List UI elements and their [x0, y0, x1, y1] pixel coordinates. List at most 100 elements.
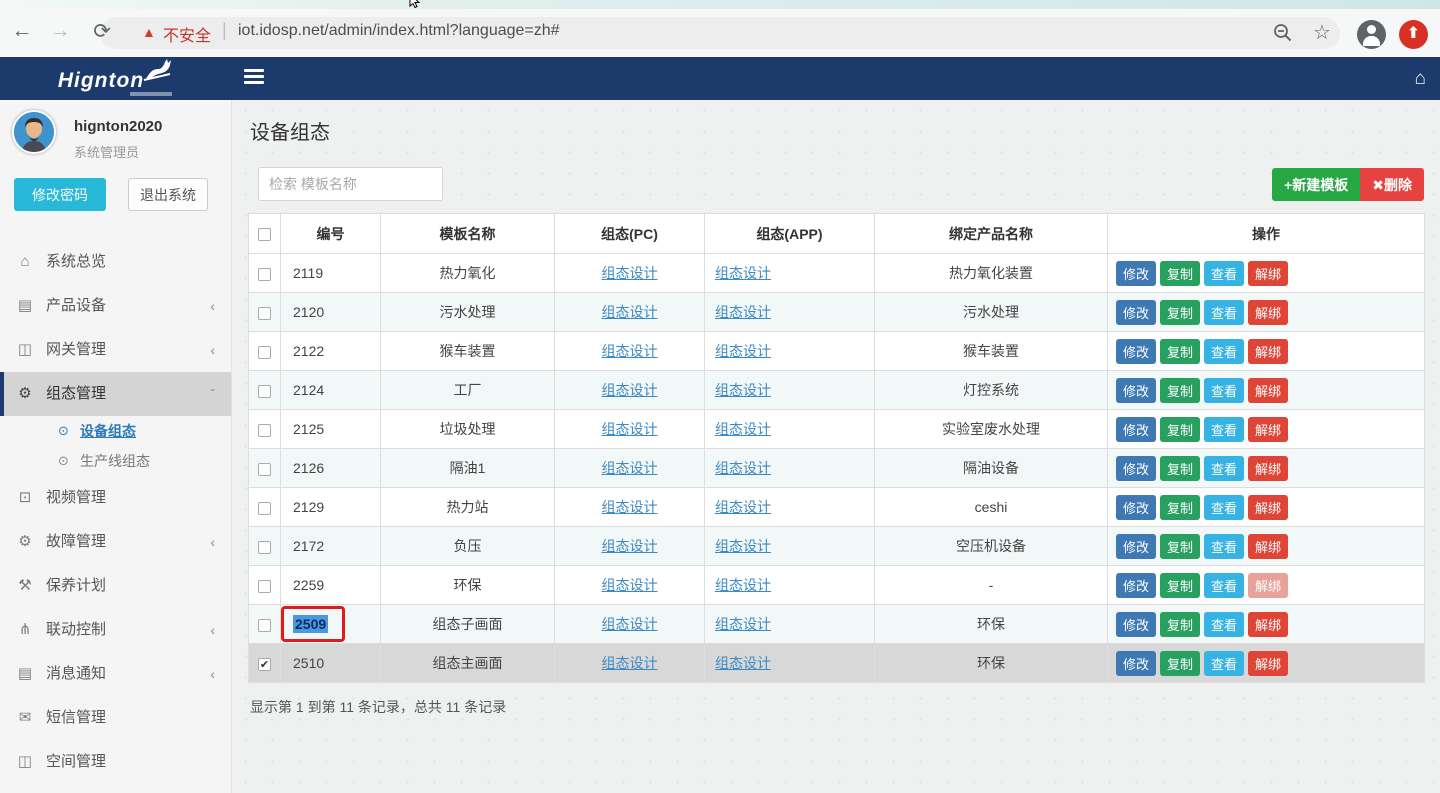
copy-button[interactable]: 复制	[1160, 612, 1200, 637]
config-app-link[interactable]: 组态设计	[715, 655, 771, 671]
table-row[interactable]: 2126隔油1组态设计组态设计隔油设备修改复制查看解绑	[249, 449, 1425, 488]
view-button[interactable]: 查看	[1204, 456, 1244, 481]
logo[interactable]: Hignton	[0, 57, 232, 100]
sidebar-item-5[interactable]: ⚙故障管理‹	[0, 520, 231, 564]
table-row[interactable]: 2120污水处理组态设计组态设计污水处理修改复制查看解绑	[249, 293, 1425, 332]
unbind-button[interactable]: 解绑	[1248, 261, 1288, 286]
config-pc-link[interactable]: 组态设计	[602, 343, 658, 359]
config-app-link[interactable]: 组态设计	[715, 382, 771, 398]
browser-profile-icon[interactable]	[1357, 20, 1386, 49]
row-checkbox[interactable]	[258, 502, 271, 515]
copy-button[interactable]: 复制	[1160, 261, 1200, 286]
menu-toggle-icon[interactable]	[244, 69, 264, 86]
config-app-link[interactable]: 组态设计	[715, 343, 771, 359]
table-row[interactable]: 2172负压组态设计组态设计空压机设备修改复制查看解绑	[249, 527, 1425, 566]
bookmark-star-icon[interactable]: ☆	[1308, 20, 1336, 45]
view-button[interactable]: 查看	[1204, 495, 1244, 520]
edit-button[interactable]: 修改	[1116, 495, 1156, 520]
security-warning-icon[interactable]: ▲	[142, 24, 156, 40]
copy-button[interactable]: 复制	[1160, 573, 1200, 598]
new-template-button[interactable]: +新建模板	[1272, 168, 1360, 201]
copy-button[interactable]: 复制	[1160, 378, 1200, 403]
unbind-button[interactable]: 解绑	[1248, 612, 1288, 637]
unbind-button[interactable]: 解绑	[1248, 495, 1288, 520]
copy-button[interactable]: 复制	[1160, 300, 1200, 325]
back-icon[interactable]: ←	[8, 19, 36, 43]
forward-icon[interactable]: →	[46, 19, 74, 43]
unbind-button[interactable]: 解绑	[1248, 534, 1288, 559]
config-pc-link[interactable]: 组态设计	[602, 577, 658, 593]
search-input[interactable]	[258, 167, 443, 201]
config-pc-link[interactable]: 组态设计	[602, 616, 658, 632]
table-row[interactable]: 2509组态子画面组态设计组态设计环保修改复制查看解绑	[249, 605, 1425, 644]
copy-button[interactable]: 复制	[1160, 417, 1200, 442]
copy-button[interactable]: 复制	[1160, 456, 1200, 481]
config-pc-link[interactable]: 组态设计	[602, 265, 658, 281]
view-button[interactable]: 查看	[1204, 534, 1244, 559]
change-password-button[interactable]: 修改密码	[14, 178, 106, 211]
home-icon[interactable]: ⌂	[1415, 68, 1426, 90]
table-row[interactable]: 2124工厂组态设计组态设计灯控系统修改复制查看解绑	[249, 371, 1425, 410]
row-checkbox[interactable]	[258, 541, 271, 554]
sidebar-item-8[interactable]: ▤消息通知‹	[0, 652, 231, 696]
edit-button[interactable]: 修改	[1116, 261, 1156, 286]
view-button[interactable]: 查看	[1204, 261, 1244, 286]
config-app-link[interactable]: 组态设计	[715, 265, 771, 281]
config-pc-link[interactable]: 组态设计	[602, 382, 658, 398]
row-checkbox[interactable]	[258, 463, 271, 476]
sidebar-item-4[interactable]: ⊡视频管理	[0, 476, 231, 520]
table-row[interactable]: 2119热力氧化组态设计组态设计热力氧化装置修改复制查看解绑	[249, 254, 1425, 293]
view-button[interactable]: 查看	[1204, 378, 1244, 403]
unbind-button[interactable]: 解绑	[1248, 456, 1288, 481]
view-button[interactable]: 查看	[1204, 339, 1244, 364]
row-checkbox[interactable]	[258, 307, 271, 320]
config-app-link[interactable]: 组态设计	[715, 616, 771, 632]
config-app-link[interactable]: 组态设计	[715, 421, 771, 437]
copy-button[interactable]: 复制	[1160, 534, 1200, 559]
table-row[interactable]: 2125垃圾处理组态设计组态设计实验室废水处理修改复制查看解绑	[249, 410, 1425, 449]
view-button[interactable]: 查看	[1204, 300, 1244, 325]
table-row[interactable]: 2259环保组态设计组态设计-修改复制查看解绑	[249, 566, 1425, 605]
row-checkbox[interactable]	[258, 268, 271, 281]
zoom-out-icon[interactable]	[1272, 22, 1294, 44]
unbind-button[interactable]: 解绑	[1248, 573, 1288, 598]
config-app-link[interactable]: 组态设计	[715, 499, 771, 515]
table-row[interactable]: ✔2510组态主画面组态设计组态设计环保修改复制查看解绑	[249, 644, 1425, 683]
edit-button[interactable]: 修改	[1116, 612, 1156, 637]
config-app-link[interactable]: 组态设计	[715, 577, 771, 593]
sidebar-item-9[interactable]: ✉短信管理	[0, 696, 231, 740]
edit-button[interactable]: 修改	[1116, 378, 1156, 403]
view-button[interactable]: 查看	[1204, 651, 1244, 676]
copy-button[interactable]: 复制	[1160, 495, 1200, 520]
unbind-button[interactable]: 解绑	[1248, 417, 1288, 442]
sidebar-item-6[interactable]: ⚒保养计划	[0, 564, 231, 608]
edit-button[interactable]: 修改	[1116, 417, 1156, 442]
unbind-button[interactable]: 解绑	[1248, 300, 1288, 325]
copy-button[interactable]: 复制	[1160, 651, 1200, 676]
logout-button[interactable]: 退出系统	[128, 178, 208, 211]
config-app-link[interactable]: 组态设计	[715, 460, 771, 476]
config-app-link[interactable]: 组态设计	[715, 538, 771, 554]
row-checkbox[interactable]	[258, 424, 271, 437]
select-all-checkbox[interactable]	[258, 228, 271, 241]
config-pc-link[interactable]: 组态设计	[602, 538, 658, 554]
unbind-button[interactable]: 解绑	[1248, 651, 1288, 676]
sidebar-item-0[interactable]: ⌂系统总览	[0, 240, 231, 284]
config-pc-link[interactable]: 组态设计	[602, 460, 658, 476]
edit-button[interactable]: 修改	[1116, 534, 1156, 559]
row-checkbox[interactable]	[258, 385, 271, 398]
edit-button[interactable]: 修改	[1116, 573, 1156, 598]
config-app-link[interactable]: 组态设计	[715, 304, 771, 320]
sidebar-subitem-3-0[interactable]: ⊙设备组态	[0, 416, 231, 446]
browser-update-icon[interactable]: ⬆	[1399, 20, 1428, 49]
sidebar-item-7[interactable]: ⋔联动控制‹	[0, 608, 231, 652]
edit-button[interactable]: 修改	[1116, 300, 1156, 325]
copy-button[interactable]: 复制	[1160, 339, 1200, 364]
row-checkbox[interactable]: ✔	[258, 658, 271, 671]
sidebar-item-1[interactable]: ▤产品设备‹	[0, 284, 231, 328]
sidebar-item-2[interactable]: ◫网关管理‹	[0, 328, 231, 372]
config-pc-link[interactable]: 组态设计	[602, 655, 658, 671]
reload-icon[interactable]: ⟳	[88, 19, 116, 44]
sidebar-item-3[interactable]: ⚙组态管理ˇ	[0, 372, 231, 416]
edit-button[interactable]: 修改	[1116, 339, 1156, 364]
